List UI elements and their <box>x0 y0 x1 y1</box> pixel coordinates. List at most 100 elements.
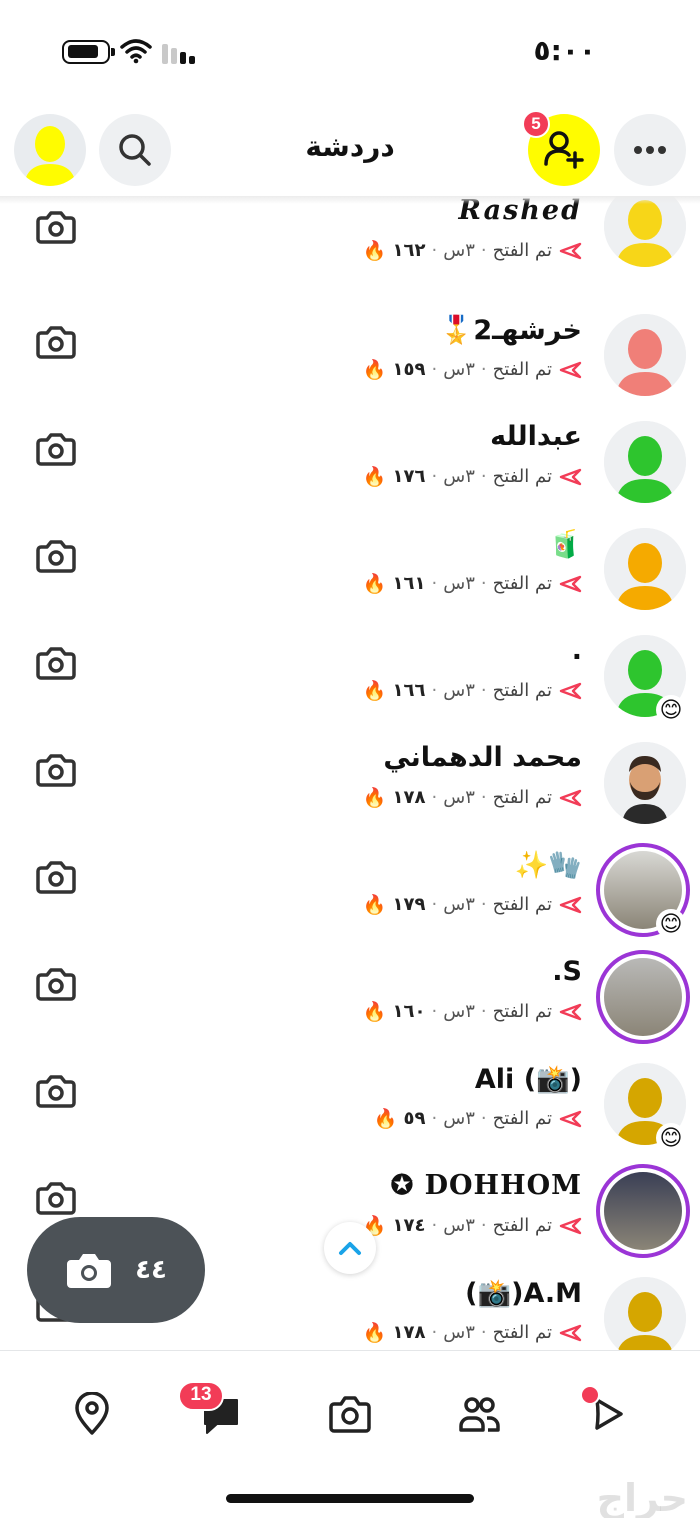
camera-icon <box>329 1396 371 1433</box>
chat-status: تم الفتح <box>492 894 552 915</box>
bitmoji-silhouette-icon <box>604 528 686 610</box>
nav-camera[interactable] <box>325 1389 375 1439</box>
chat-meta: تم الفتح · ٣س · ١٧٨ 🔥 <box>363 1321 582 1344</box>
chat-meta: تم الفتح · ٣س · ١٧٨ 🔥 <box>363 786 582 809</box>
friend-avatar[interactable] <box>604 1277 686 1350</box>
story-thumbnail <box>604 1172 682 1250</box>
opened-snap-arrow-icon <box>559 896 582 913</box>
streak-fire-icon: 🔥 <box>362 466 387 488</box>
separator-dot: · <box>480 1001 487 1022</box>
chat-time: ٣س <box>443 466 475 487</box>
chat-name: 🧤✨ <box>514 850 582 881</box>
header: دردشة 5 <box>0 100 700 200</box>
separator-dot: · <box>431 240 438 261</box>
chat-row[interactable]: 😊. تم الفتح · ٣س · ١٦٦ 🔥 <box>0 623 700 730</box>
reply-camera-icon[interactable] <box>36 207 76 247</box>
story-avatar[interactable] <box>596 950 690 1044</box>
chat-row[interactable]: محمد الدهماني تم الفتح · ٣س · ١٧٨ 🔥 <box>0 730 700 837</box>
more-options-button[interactable] <box>614 114 686 186</box>
bitmoji-silhouette-icon <box>604 1277 686 1350</box>
header-divider <box>0 196 700 204</box>
bottom-navigation: 13 <box>0 1350 700 1518</box>
separator-dot: · <box>431 1001 438 1022</box>
separator-dot: · <box>431 359 438 380</box>
separator-dot: · <box>480 894 487 915</box>
quick-camera-button[interactable]: ٤٤ <box>27 1217 205 1323</box>
streak-count: ١٥٩ <box>392 359 426 380</box>
clock: ٥:٠٠ <box>533 34 596 67</box>
friend-emoji-badge: 😊 <box>656 695 686 725</box>
streak-fire-icon: 🔥 <box>362 359 387 381</box>
reply-camera-icon[interactable] <box>36 536 76 576</box>
chat-time: ٣س <box>443 894 475 915</box>
nav-friends[interactable] <box>454 1389 504 1439</box>
reply-camera-icon[interactable] <box>36 1178 76 1218</box>
separator-dot: · <box>480 466 487 487</box>
reply-camera-icon[interactable] <box>36 964 76 1004</box>
chat-row[interactable]: S. تم الفتح · ٣س · ١٦٠ 🔥 <box>0 944 700 1051</box>
streak-count: ١٧٦ <box>392 466 426 487</box>
chat-status: تم الفتح <box>492 240 552 261</box>
friend-avatar[interactable] <box>604 528 686 610</box>
story-avatar[interactable] <box>596 1164 690 1258</box>
separator-dot: · <box>431 1108 438 1129</box>
reply-camera-icon[interactable] <box>36 857 76 897</box>
reply-camera-icon[interactable] <box>36 750 76 790</box>
chat-name: A.M(📸) <box>465 1278 582 1309</box>
reply-camera-icon[interactable] <box>36 429 76 469</box>
streak-count: ١٦٠ <box>392 1001 426 1022</box>
chat-meta: تم الفتح · ٣س · ١٥٩ 🔥 <box>363 358 582 381</box>
status-bar: ٥:٠٠ <box>0 0 700 100</box>
separator-dot: · <box>480 359 487 380</box>
home-indicator <box>226 1494 474 1503</box>
chat-screen: ٥:٠٠ دردشة 5 Rashed تم الفتح · ٣س · ١٦٢ … <box>0 0 700 1518</box>
add-friend-badge: 5 <box>522 110 550 138</box>
friend-avatar[interactable] <box>604 196 686 267</box>
search-button[interactable] <box>99 114 171 186</box>
chat-name: S. <box>552 956 582 987</box>
chat-row[interactable]: 😊 (📸) Ali تم الفتح · ٣س · ٥٩ 🔥 <box>0 1051 700 1158</box>
friend-avatar[interactable] <box>604 742 686 824</box>
chat-name: عبدالله <box>490 421 582 452</box>
chat-row[interactable]: عبدالله تم الفتح · ٣س · ١٧٦ 🔥 <box>0 409 700 516</box>
chat-name: خرشهـ2🎖️ <box>439 315 582 346</box>
bitmoji-silhouette-icon <box>604 421 686 503</box>
separator-dot: · <box>431 680 438 701</box>
opened-snap-arrow-icon <box>559 789 582 806</box>
chat-row[interactable]: Rashed تم الفتح · ٣س · ١٦٢ 🔥 <box>0 196 700 302</box>
chat-time: ٣س <box>443 1215 475 1236</box>
separator-dot: · <box>480 1108 487 1129</box>
nav-map[interactable] <box>67 1389 117 1439</box>
chat-row[interactable]: 😊 🧤✨ تم الفتح · ٣س · ١٧٩ 🔥 <box>0 837 700 944</box>
chat-meta: تم الفتح · ٣س · ١٧٩ 🔥 <box>363 893 582 916</box>
separator-dot: · <box>480 787 487 808</box>
separator-dot: · <box>480 573 487 594</box>
opened-snap-arrow-icon <box>559 575 582 592</box>
chat-status: تم الفتح <box>492 359 552 380</box>
opened-snap-arrow-icon <box>559 361 582 378</box>
friend-avatar[interactable] <box>604 421 686 503</box>
search-icon <box>119 134 151 166</box>
page-title: دردشة <box>305 130 395 163</box>
chat-name: . <box>571 635 582 666</box>
chat-meta: تم الفتح · ٣س · ٥٩ 🔥 <box>374 1107 582 1130</box>
chat-status: تم الفتح <box>492 1215 552 1236</box>
chat-row[interactable]: 🧃 تم الفتح · ٣س · ١٦١ 🔥 <box>0 516 700 623</box>
spotlight-notification-dot <box>580 1385 600 1405</box>
friend-emoji-badge: 😊 <box>656 1123 686 1153</box>
friend-avatar[interactable] <box>604 314 686 396</box>
reply-camera-icon[interactable] <box>36 643 76 683</box>
scroll-to-top-button[interactable] <box>324 1222 376 1274</box>
chat-row[interactable]: خرشهـ2🎖️ تم الفتح · ٣س · ١٥٩ 🔥 <box>0 302 700 409</box>
chat-meta: تم الفتح · ٣س · ١٧٤ 🔥 <box>363 1214 582 1237</box>
chat-name: 🧃 <box>548 529 582 560</box>
more-dots-icon <box>634 146 666 154</box>
reply-camera-icon[interactable] <box>36 1071 76 1111</box>
chat-list[interactable]: Rashed تم الفتح · ٣س · ١٦٢ 🔥 خرشهـ2🎖️ تم الفتح · ٣… <box>0 196 700 1350</box>
camera-icon <box>67 1254 112 1288</box>
profile-avatar-button[interactable] <box>14 114 86 186</box>
reply-camera-icon[interactable] <box>36 322 76 362</box>
chat-time: ٣س <box>443 359 475 380</box>
friend-emoji-badge: 😊 <box>656 909 686 939</box>
chat-time: ٣س <box>443 680 475 701</box>
